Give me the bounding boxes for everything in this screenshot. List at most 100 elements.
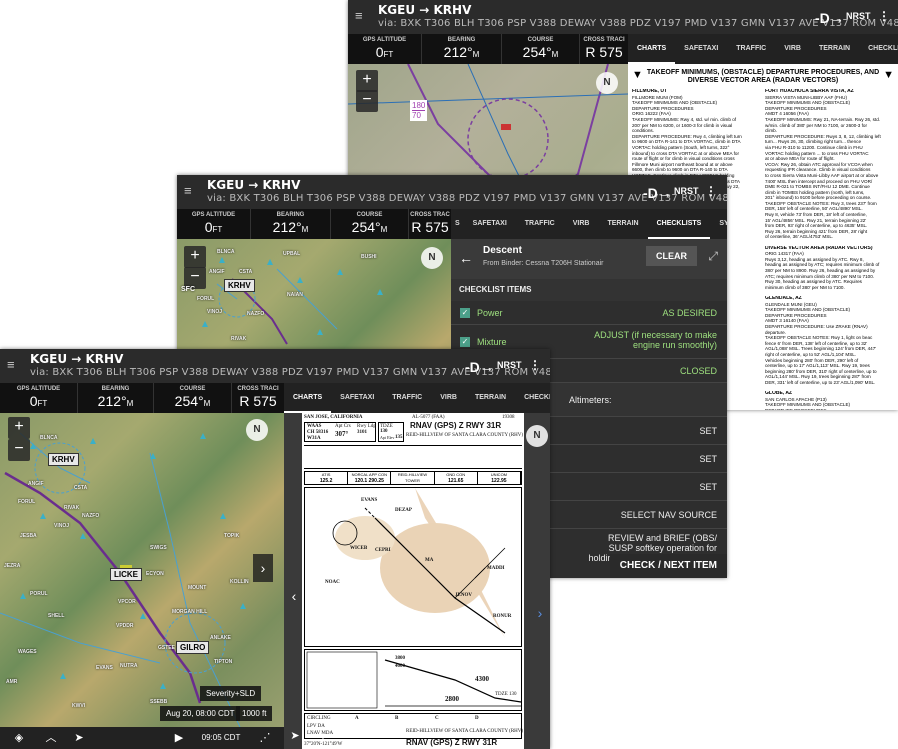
north-up-icon[interactable]: N [246, 419, 268, 441]
layers-icon[interactable]: ◈ [8, 727, 30, 749]
location-arrow-icon[interactable]: ➤ [288, 725, 302, 747]
gps-altitude-cell[interactable]: GPS ALTITUDE 0FT [177, 209, 251, 239]
tab-checklists[interactable]: CHECKLISTS [515, 383, 550, 413]
nrst-button[interactable]: NRST [846, 11, 871, 21]
checklist-item-power[interactable]: ✓ Power AS DESIRED [451, 301, 727, 325]
tab-virb[interactable]: VIRB [775, 34, 810, 64]
fix-label: SSEBB [150, 699, 168, 705]
fix-label: BLNCA [40, 435, 58, 441]
more-menu-icon[interactable]: ⋮ [529, 358, 541, 372]
fix-label: NAZFO [82, 513, 100, 519]
waypoint-krhv[interactable]: KRHV [48, 453, 79, 466]
direct-to-icon[interactable]: -D→ [815, 10, 844, 26]
course-cell[interactable]: COURSE 254°M [154, 383, 232, 413]
course-cell[interactable]: COURSE 254°M [331, 209, 409, 239]
tab-terrain[interactable]: TERRAIN [466, 383, 515, 413]
airport-marker [90, 438, 96, 444]
zoom-in-button[interactable]: + [184, 246, 206, 268]
cross-track-cell[interactable]: CROSS TRAC R 575 [409, 209, 451, 239]
expand-icon[interactable]: ⤢ [708, 249, 718, 264]
bearing-cell[interactable]: BEARING 212°M [78, 383, 154, 413]
chevron-up-icon[interactable]: ︿ [40, 727, 62, 749]
panel-tabs: CHARTS SAFETAXI TRAFFIC VIRB TERRAIN CHE… [628, 34, 898, 64]
clear-button[interactable]: CLEAR [646, 246, 697, 266]
weather-time-chip[interactable]: Aug 20, 08:00 CDT [160, 706, 241, 721]
tab-synvis[interactable]: SYNVIS [710, 209, 727, 239]
waypoint-krhv[interactable]: KRHV [224, 279, 255, 292]
map-view[interactable]: + − N KRHV LICKE GILRO BLNCA ANGIF CSTA FOR… [0, 413, 284, 727]
plate-airport: REID-HILLVIEW OF SANTA CLARA COUNTY (RHV… [406, 433, 524, 438]
tab-charts[interactable]: CHARTS [284, 383, 332, 413]
fix-label: VPDDR [116, 623, 134, 629]
panel-tabs: S SAFETAXI TRAFFIC VIRB TERRAIN CHECKLIS… [451, 209, 727, 239]
tab-traffic[interactable]: TRAFFIC [516, 209, 564, 239]
title-bar: ≡ KGEU → KRHV via: BXK T306 BLH T306 PSP… [0, 349, 550, 383]
waypoint-licke[interactable]: LICKE [110, 568, 142, 581]
tab-virb[interactable]: VIRB [431, 383, 466, 413]
direct-to-icon[interactable]: -D→ [465, 359, 494, 375]
back-arrow-icon[interactable]: ← [459, 250, 473, 266]
fix-label: VINOJ [54, 523, 70, 529]
north-up-icon[interactable]: N [421, 247, 443, 269]
tab-terrain[interactable]: TERRAIN [810, 34, 859, 64]
zoom-out-button[interactable]: − [8, 439, 30, 461]
bearing-cell[interactable]: BEARING 212°M [422, 34, 502, 64]
tab-traffic[interactable]: TRAFFIC [383, 383, 431, 413]
radar-tool-icon[interactable]: ⋰ [254, 727, 276, 749]
route-title: KGEU → KRHV [207, 178, 301, 192]
zoom-out-button[interactable]: − [356, 90, 378, 112]
tab-charts[interactable]: CHARTS [628, 34, 676, 64]
title-bar: ≡ KGEU → KRHV via: BXK T306 BLH T306 PSP… [348, 0, 898, 34]
tab-checklists[interactable]: CHECKLISTS [647, 209, 711, 239]
plate-plan-view: EVANS DEZAP WICEB NOAC MA CEPRI JENOV RO… [304, 487, 522, 647]
gps-altitude-cell[interactable]: GPS ALTITUDE 0FT [0, 383, 78, 413]
weather-legend-chip[interactable]: Severity+SLD [200, 686, 262, 701]
fix-label: VINOJ [207, 309, 223, 315]
cross-track-cell[interactable]: CROSS TRACI R 575 [232, 383, 284, 413]
gps-altitude-cell[interactable]: GPS ALTITUDE 0FT [348, 34, 422, 64]
approach-plate[interactable]: SAN JOSE, CALIFORNIA AL-5077 (FAA) 19308… [302, 413, 524, 749]
tab-charts-partial[interactable]: S [451, 209, 464, 239]
more-menu-icon[interactable]: ⋮ [705, 184, 717, 198]
course-cell[interactable]: COURSE 254°M [502, 34, 580, 64]
tab-traffic[interactable]: TRAFFIC [727, 34, 775, 64]
tab-terrain[interactable]: TERRAIN [598, 209, 647, 239]
check-next-item-button[interactable]: CHECK / NEXT ITEM [609, 554, 727, 578]
airport-marker [317, 329, 323, 335]
fix-label: NAZFO [247, 311, 265, 317]
more-menu-icon[interactable]: ⋮ [878, 9, 890, 23]
checkbox-checked-icon[interactable]: ✓ [460, 308, 470, 318]
menu-icon[interactable]: ≡ [7, 357, 15, 372]
menu-icon[interactable]: ≡ [355, 8, 363, 23]
previous-chart-chevron-icon[interactable]: ‹ [284, 582, 304, 610]
fix-label: FORUL [197, 296, 215, 302]
menu-icon[interactable]: ≡ [184, 183, 192, 198]
zoom-in-button[interactable]: + [8, 417, 30, 439]
weather-altitude-chip[interactable]: 1000 ft [236, 706, 273, 721]
tab-checklists[interactable]: CHECKLISTS [859, 34, 898, 64]
next-chart-chevron-icon[interactable]: › [530, 599, 550, 627]
zoom-in-button[interactable]: + [356, 70, 378, 92]
nrst-button[interactable]: NRST [497, 360, 522, 370]
direct-to-icon[interactable]: -D→ [643, 185, 672, 201]
play-icon[interactable]: ▶ [168, 727, 190, 749]
chart-north-up-icon[interactable]: N [526, 425, 548, 447]
north-up-icon[interactable]: N [596, 72, 618, 94]
airport-marker [140, 613, 146, 619]
nrst-button[interactable]: NRST [674, 186, 699, 196]
plate-notes [304, 445, 522, 469]
cross-track-cell[interactable]: CROSS TRACI R 575 [580, 34, 628, 64]
tab-safetaxi[interactable]: SAFETAXI [331, 383, 383, 413]
tab-safetaxi[interactable]: SAFETAXI [675, 34, 727, 64]
location-arrow-icon[interactable]: ➤ [68, 727, 90, 749]
open-panel-chevron-icon[interactable]: › [253, 554, 273, 582]
route-title: KGEU → KRHV [30, 352, 124, 366]
checkbox-checked-icon[interactable]: ✓ [460, 337, 470, 347]
map-routes [0, 432, 241, 727]
bearing-cell[interactable]: BEARING 212°M [251, 209, 331, 239]
add-chart-icon[interactable]: + [312, 725, 334, 747]
tab-virb[interactable]: VIRB [564, 209, 599, 239]
airport-marker [40, 513, 46, 519]
tab-safetaxi[interactable]: SAFETAXI [464, 209, 516, 239]
waypoint-gilro[interactable]: GILRO [176, 641, 210, 654]
